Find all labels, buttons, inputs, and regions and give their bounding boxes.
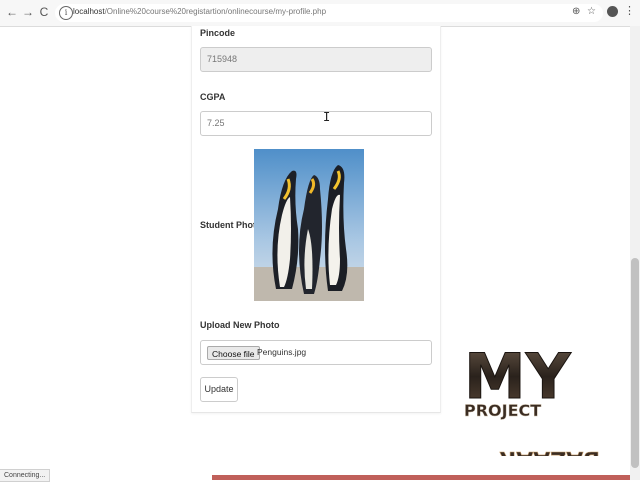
menu-icon[interactable]: ⋮ [624, 4, 635, 17]
cgpa-label: CGPA [200, 92, 226, 102]
student-photo [254, 149, 364, 301]
cgpa-value: 7.25 [207, 118, 225, 128]
scrollbar-thumb[interactable] [631, 258, 639, 468]
logo-project-text: PROJECT [464, 401, 541, 420]
zoom-icon[interactable]: ⊕ [572, 6, 580, 17]
student-photo-label: Student Photo [200, 220, 262, 230]
url-text[interactable]: localhost/Online%20course%20registartion… [73, 7, 326, 16]
browser-toolbar: ← → C i localhost/Online%20course%20regi… [0, 0, 640, 27]
selected-file-name: Penguins.jpg [257, 347, 307, 357]
url-path: /Online%20course%20registartion/onlineco… [104, 7, 327, 16]
page-scrollbar[interactable] [630, 26, 640, 480]
update-button[interactable]: Update [200, 377, 238, 402]
url-host: localhost [73, 7, 105, 16]
status-bar: Connecting... [0, 469, 51, 482]
address-bar[interactable]: i localhost/Online%20course%20registarti… [55, 4, 603, 22]
upload-photo-label: Upload New Photo [200, 320, 280, 330]
pincode-value: 715948 [207, 54, 238, 64]
logo-bazaar-text: BAZAAR [499, 446, 600, 456]
choose-file-button[interactable]: Choose file [207, 346, 260, 360]
pincode-field[interactable]: 715948 [200, 47, 432, 72]
bottom-strip [212, 475, 630, 480]
text-cursor-icon: I [323, 110, 331, 124]
pincode-label: Pincode [200, 28, 236, 38]
reload-icon[interactable]: C [37, 5, 51, 19]
cgpa-field[interactable]: 7.25 [200, 111, 432, 136]
profile-icon[interactable] [607, 6, 618, 17]
my-project-bazaar-logo: MY PROJECT BAZAAR [462, 340, 602, 472]
forward-icon[interactable]: → [21, 5, 35, 19]
photo-file-input[interactable]: Choose file Penguins.jpg [200, 340, 432, 365]
back-icon[interactable]: ← [5, 5, 19, 19]
info-icon[interactable]: i [59, 6, 73, 20]
profile-form-card: Pincode 715948 CGPA 7.25 Student Photo U… [191, 26, 441, 413]
star-icon[interactable]: ☆ [587, 6, 596, 17]
penguins-image [254, 149, 364, 301]
